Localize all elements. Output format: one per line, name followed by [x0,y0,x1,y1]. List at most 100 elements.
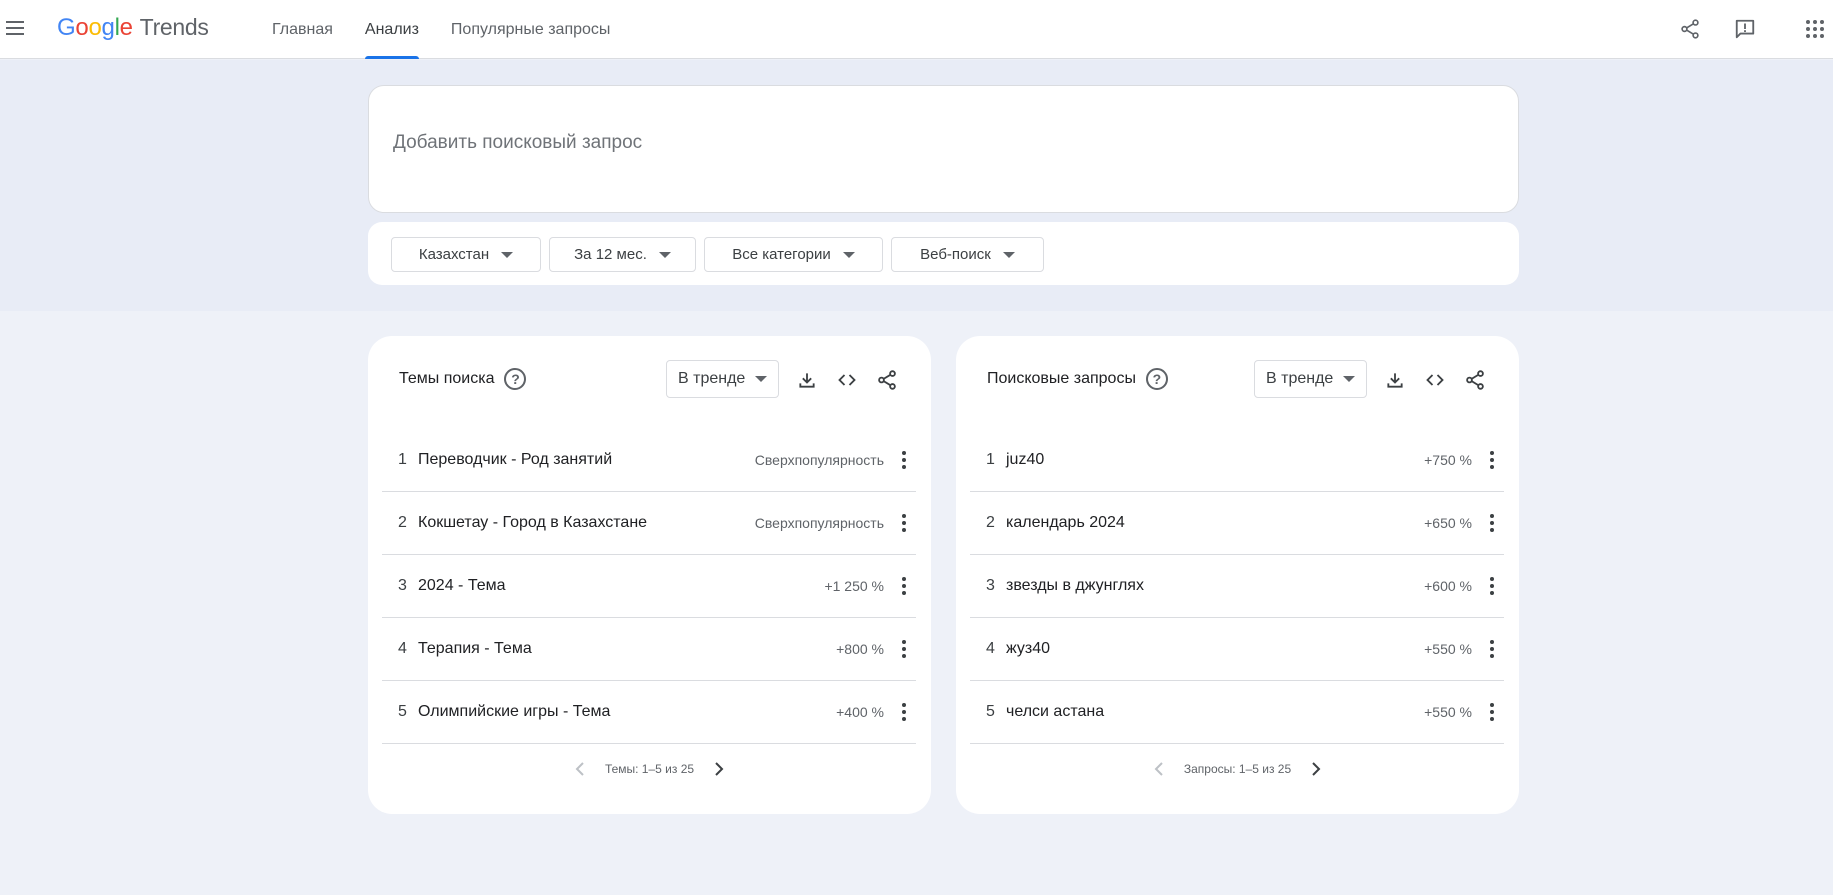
list-item[interactable]: 4 Терапия - Тема +800 % [382,618,916,681]
tab-home[interactable]: Главная [256,0,349,59]
list-item[interactable]: 1 Переводчик - Род занятий Сверхпопулярнос… [382,429,916,492]
top-app-bar: Google Trends Главная Анализ Популярные … [0,0,1833,59]
pagination: Запросы: 1–5 из 25 [956,762,1519,776]
rank-number: 4 [398,640,407,657]
more-options-icon[interactable] [898,700,910,724]
topics-list: 1 Переводчик - Род занятий Сверхпопулярнос… [382,429,916,744]
dropdown-arrow-icon [1343,376,1355,382]
rank-number: 2 [986,514,995,531]
dropdown-arrow-icon [755,376,767,382]
dropdown-arrow-icon [842,251,855,258]
share-icon[interactable] [874,368,900,392]
search-input[interactable] [393,132,1293,154]
filter-label: За 12 мес. [574,246,647,263]
help-icon[interactable]: ? [1145,368,1168,390]
more-options-icon[interactable] [1486,448,1498,472]
growth-value: Сверхпопулярность [754,515,884,531]
more-options-icon[interactable] [898,637,910,661]
hamburger-menu-icon[interactable] [6,12,30,44]
item-label: Олимпийские игры - Тема [418,703,611,720]
logo-letter: G [57,14,76,41]
item-label: челси астана [1006,703,1105,720]
widget-title: Темы поиска ? [399,368,527,390]
widget-title: Поисковые запросы ? [987,368,1168,390]
filter-label: Веб-поиск [920,246,991,263]
tab-trending-now[interactable]: Популярные запросы [435,0,626,59]
widget-title-text: Поисковые запросы [987,370,1136,387]
list-item[interactable]: 2 Кокшетау - Город в Казахстане Сверхпопул… [382,492,916,555]
list-item[interactable]: 5 челси астана +550 % [970,681,1504,744]
item-label: Кокшетау - Город в Казахстане [418,514,648,531]
growth-value: +400 % [836,704,884,720]
embed-code-icon[interactable] [1422,368,1448,392]
select-value: В тренде [678,370,746,387]
select-value: В тренде [1266,370,1334,387]
more-options-icon[interactable] [898,511,910,535]
growth-value: +1 250 % [824,578,884,594]
item-label: звезды в джунглях [1006,577,1144,594]
list-item[interactable]: 2 календарь 2024 +650 % [970,492,1504,555]
item-label: juz40 [1006,451,1045,468]
download-icon[interactable] [1382,368,1408,392]
tab-explore[interactable]: Анализ [349,0,435,59]
list-item[interactable]: 3 2024 - Тема +1 250 % [382,555,916,618]
rank-number: 4 [986,640,995,657]
list-item[interactable]: 4 жуз40 +550 % [970,618,1504,681]
logo-letter: o [75,14,89,41]
more-options-icon[interactable] [898,448,910,472]
next-page-icon[interactable] [1309,762,1323,776]
embed-code-icon[interactable] [834,368,860,392]
growth-value: +550 % [1424,641,1472,657]
region-filter[interactable]: Казахстан [391,237,541,272]
more-options-icon[interactable] [898,574,910,598]
pagination-label: Запросы: 1–5 из 25 [1183,762,1292,776]
item-label: календарь 2024 [1006,514,1125,531]
growth-value: Сверхпопулярность [754,452,884,468]
pagination: Темы: 1–5 из 25 [368,762,931,776]
download-icon[interactable] [794,368,820,392]
item-label: Терапия - Тема [418,640,532,657]
dropdown-arrow-icon [501,251,514,258]
dropdown-arrow-icon [1002,251,1015,258]
rank-number: 3 [398,577,407,594]
logo-letter: o [88,14,102,41]
list-item[interactable]: 5 Олимпийские игры - Тема +400 % [382,681,916,744]
widget-title-text: Темы поиска [399,370,495,387]
trend-mode-select[interactable]: В тренде [666,360,779,398]
list-item[interactable]: 3 звезды в джунглях +600 % [970,555,1504,618]
related-topics-widget: Темы поиска ? В тренде 1 Переводчик - Род… [368,336,931,814]
category-filter[interactable]: Все категории [704,237,883,272]
list-item[interactable]: 1 juz40 +750 % [970,429,1504,492]
related-queries-widget: Поисковые запросы ? В тренде 1 juz40 +750 … [956,336,1519,814]
trend-mode-select[interactable]: В тренде [1254,360,1367,398]
google-trends-logo[interactable]: Google Trends [57,14,209,42]
feedback-icon[interactable] [1730,14,1760,44]
logo-product-name: Trends [139,14,209,40]
share-icon[interactable] [1462,368,1488,392]
more-options-icon[interactable] [1486,700,1498,724]
growth-value: +800 % [836,641,884,657]
share-icon[interactable] [1675,14,1705,44]
search-card [368,85,1519,213]
more-options-icon[interactable] [1486,511,1498,535]
search-type-filter[interactable]: Веб-поиск [891,237,1044,272]
more-options-icon[interactable] [1486,574,1498,598]
prev-page-icon[interactable] [1152,762,1166,776]
growth-value: +600 % [1424,578,1472,594]
growth-value: +650 % [1424,515,1472,531]
next-page-icon[interactable] [712,762,726,776]
rank-number: 5 [986,703,995,720]
rank-number: 5 [398,703,407,720]
logo-letter: g [101,14,115,41]
time-range-filter[interactable]: За 12 мес. [549,237,696,272]
rank-number: 2 [398,514,407,531]
prev-page-icon[interactable] [573,762,587,776]
item-label: жуз40 [1006,640,1051,657]
item-label: 2024 - Тема [418,577,506,594]
queries-list: 1 juz40 +750 % 2 календарь 2024 +650 % 3 звез… [970,429,1504,744]
help-icon[interactable]: ? [504,368,527,390]
more-options-icon[interactable] [1486,637,1498,661]
apps-icon[interactable] [1800,14,1830,44]
rank-number: 1 [398,451,407,468]
pagination-label: Темы: 1–5 из 25 [604,762,695,776]
